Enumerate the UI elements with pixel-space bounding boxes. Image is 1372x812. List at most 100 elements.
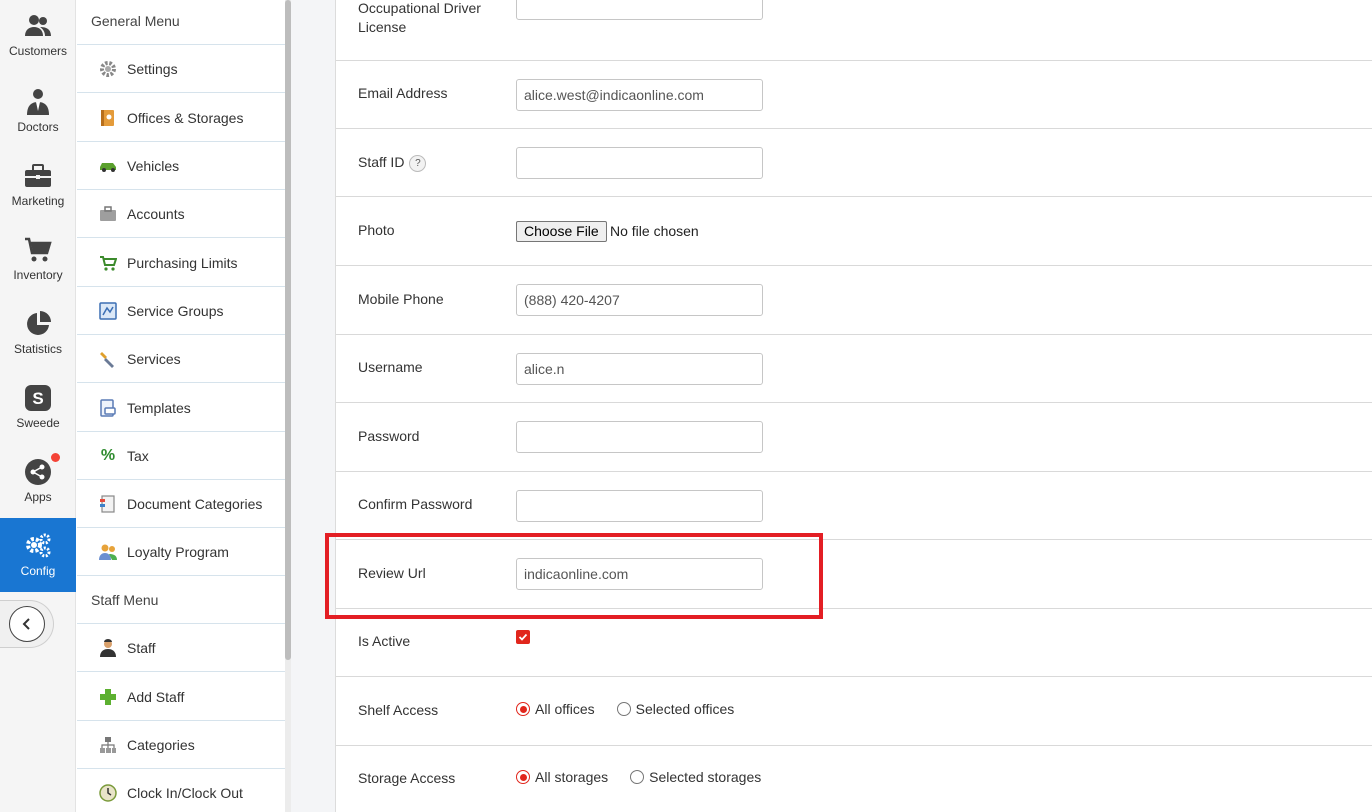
menu-item-document-categories[interactable]: Document Categories	[77, 480, 286, 528]
template-icon	[98, 398, 118, 418]
general-menu-heading: General Menu	[77, 0, 286, 45]
row-mobile-phone: Mobile Phone	[336, 266, 1372, 335]
menu-item-label: Categories	[127, 736, 195, 753]
row-email: Email Address	[336, 61, 1372, 129]
documents-icon	[98, 494, 118, 514]
briefcase-icon	[24, 162, 52, 190]
nav-apps[interactable]: Apps	[0, 444, 76, 518]
menu-item-categories[interactable]: Categories	[77, 721, 286, 769]
nav-customers-label: Customers	[8, 44, 67, 58]
password-label: Password	[358, 428, 420, 444]
occupational-license-input[interactable]	[516, 0, 763, 20]
storage-all-label[interactable]: All storages	[535, 769, 608, 785]
menu-item-label: Accounts	[127, 205, 185, 222]
percent-icon: %	[100, 446, 116, 464]
menu-item-services[interactable]: Services	[77, 335, 286, 383]
storage-access-label: Storage Access	[358, 770, 456, 786]
settings-menu: General Menu Settings Offices & Storages…	[77, 0, 286, 812]
gears-icon	[24, 532, 52, 560]
photo-label: Photo	[358, 222, 395, 238]
shelf-selected-offices-label[interactable]: Selected offices	[636, 701, 735, 717]
is-active-label: Is Active	[358, 633, 411, 649]
nav-customers[interactable]: Customers	[0, 0, 76, 74]
menu-item-label: Staff	[127, 639, 156, 656]
nav-config[interactable]: Config	[0, 518, 76, 592]
tools-icon	[98, 349, 118, 369]
hierarchy-icon	[98, 735, 118, 755]
row-shelf-access: Shelf Access All offices Selected office…	[336, 677, 1372, 746]
row-staff-id: Staff ID?	[336, 129, 1372, 197]
menu-item-label: Offices & Storages	[127, 109, 244, 126]
customers-icon	[24, 12, 52, 40]
row-password: Password	[336, 403, 1372, 472]
menu-item-loyalty-program[interactable]: Loyalty Program	[77, 528, 286, 576]
help-icon[interactable]: ?	[409, 154, 427, 172]
menu-item-add-staff[interactable]: Add Staff	[77, 673, 286, 721]
share-icon	[24, 453, 60, 486]
username-label: Username	[358, 359, 423, 375]
row-username: Username	[336, 335, 1372, 403]
nav-doctors[interactable]: Doctors	[0, 74, 76, 148]
menu-item-label: Settings	[127, 60, 178, 77]
nav-marketing-label: Marketing	[11, 194, 65, 208]
nav-sweede-label: Sweede	[16, 416, 60, 430]
person-icon	[98, 638, 118, 658]
pie-chart-icon	[24, 310, 52, 338]
collapse-sidebar-button[interactable]	[0, 600, 54, 648]
menu-item-label: Loyalty Program	[127, 543, 229, 560]
staff-id-label: Staff ID	[358, 154, 405, 170]
svg-text:S: S	[32, 389, 43, 408]
storage-selected-label[interactable]: Selected storages	[649, 769, 761, 785]
email-label: Email Address	[358, 85, 448, 101]
menu-item-purchasing-limits[interactable]: Purchasing Limits	[77, 239, 286, 287]
choose-file-button[interactable]: Choose File	[516, 221, 607, 242]
nav-marketing[interactable]: Marketing	[0, 148, 76, 222]
menu-item-vehicles[interactable]: Vehicles	[77, 142, 286, 190]
nav-statistics[interactable]: Statistics	[0, 296, 76, 370]
shelf-access-label: Shelf Access	[358, 702, 439, 718]
staff-form: Occupational Driver License Email Addres…	[335, 0, 1372, 812]
shelf-access-options: All offices Selected offices	[516, 701, 756, 717]
staff-id-label-wrap: Staff ID?	[358, 153, 427, 172]
is-active-checkbox[interactable]	[516, 630, 530, 644]
menu-item-label: Vehicles	[127, 157, 180, 174]
menu-item-tax[interactable]: % Tax	[77, 432, 286, 480]
confirm-password-label: Confirm Password	[358, 496, 473, 512]
shelf-all-offices-radio[interactable]	[516, 702, 530, 716]
car-icon	[98, 156, 118, 176]
confirm-password-input[interactable]	[516, 490, 763, 522]
briefcase-icon	[98, 204, 118, 224]
nav-apps-label: Apps	[24, 490, 52, 504]
menu-item-label: Templates	[127, 399, 191, 416]
menu-item-service-groups[interactable]: Service Groups	[77, 287, 286, 335]
nav-inventory-label: Inventory	[13, 268, 63, 282]
mobile-phone-label: Mobile Phone	[358, 291, 444, 307]
clock-icon	[98, 783, 118, 803]
review-url-highlight-box	[325, 533, 823, 619]
staff-id-input[interactable]	[516, 147, 763, 179]
menu-item-offices-storages[interactable]: Offices & Storages	[77, 94, 286, 142]
email-field[interactable]	[516, 79, 763, 111]
mobile-phone-input[interactable]	[516, 284, 763, 316]
menu-item-label: Document Categories	[127, 495, 263, 512]
password-input[interactable]	[516, 421, 763, 453]
menu-item-label: Add Staff	[127, 688, 185, 705]
nav-inventory[interactable]: Inventory	[0, 222, 76, 296]
menu-item-label: Tax	[127, 447, 149, 464]
notification-dot	[51, 453, 60, 462]
storage-access-options: All storages Selected storages	[516, 769, 783, 785]
storage-selected-radio[interactable]	[630, 770, 645, 784]
menu-item-settings[interactable]: Settings	[77, 45, 286, 93]
menu-item-staff[interactable]: Staff	[77, 624, 286, 672]
menu-item-clock-in-out[interactable]: Clock In/Clock Out	[77, 769, 286, 812]
menu-item-templates[interactable]: Templates	[77, 384, 286, 432]
shelf-all-offices-label[interactable]: All offices	[535, 701, 595, 717]
row-is-active: Is Active	[336, 609, 1372, 677]
menu-item-accounts[interactable]: Accounts	[77, 190, 286, 238]
shelf-selected-offices-radio[interactable]	[616, 702, 631, 716]
occupational-license-label: Occupational Driver License	[358, 0, 481, 37]
storage-all-radio[interactable]	[516, 770, 530, 784]
username-input[interactable]	[516, 353, 763, 385]
nav-sweede[interactable]: S Sweede	[0, 370, 76, 444]
nav-doctors-label: Doctors	[17, 120, 59, 134]
